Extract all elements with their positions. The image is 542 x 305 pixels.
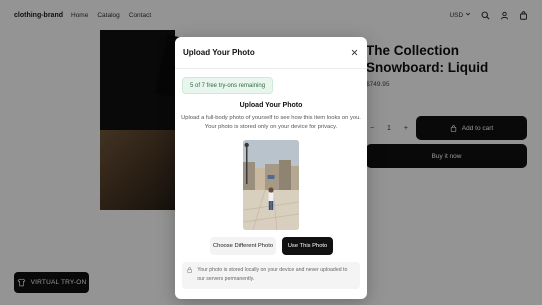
photo-preview-image (243, 140, 299, 230)
privacy-notice-text: Your photo is stored locally on your dev… (197, 267, 348, 282)
use-this-photo-button[interactable]: Use This Photo (282, 237, 333, 255)
privacy-notice: Your photo is stored locally on your dev… (182, 262, 360, 289)
upload-subtitle: Upload Your Photo (239, 102, 303, 109)
upload-description: Upload a full-body photo of yourself to … (181, 115, 361, 130)
modal-header: Upload Your Photo (175, 37, 367, 69)
close-icon (351, 49, 357, 56)
close-button[interactable] (349, 48, 359, 58)
choose-different-photo-button[interactable]: Choose Different Photo (210, 237, 276, 255)
lock-icon (187, 267, 192, 273)
photo-preview (243, 140, 299, 230)
upload-photo-modal: Upload Your Photo 5 of 7 free try-ons re… (175, 37, 367, 299)
modal-title: Upload Your Photo (183, 48, 255, 57)
tryon-remaining-badge: 5 of 7 free try-ons remaining (182, 77, 274, 94)
